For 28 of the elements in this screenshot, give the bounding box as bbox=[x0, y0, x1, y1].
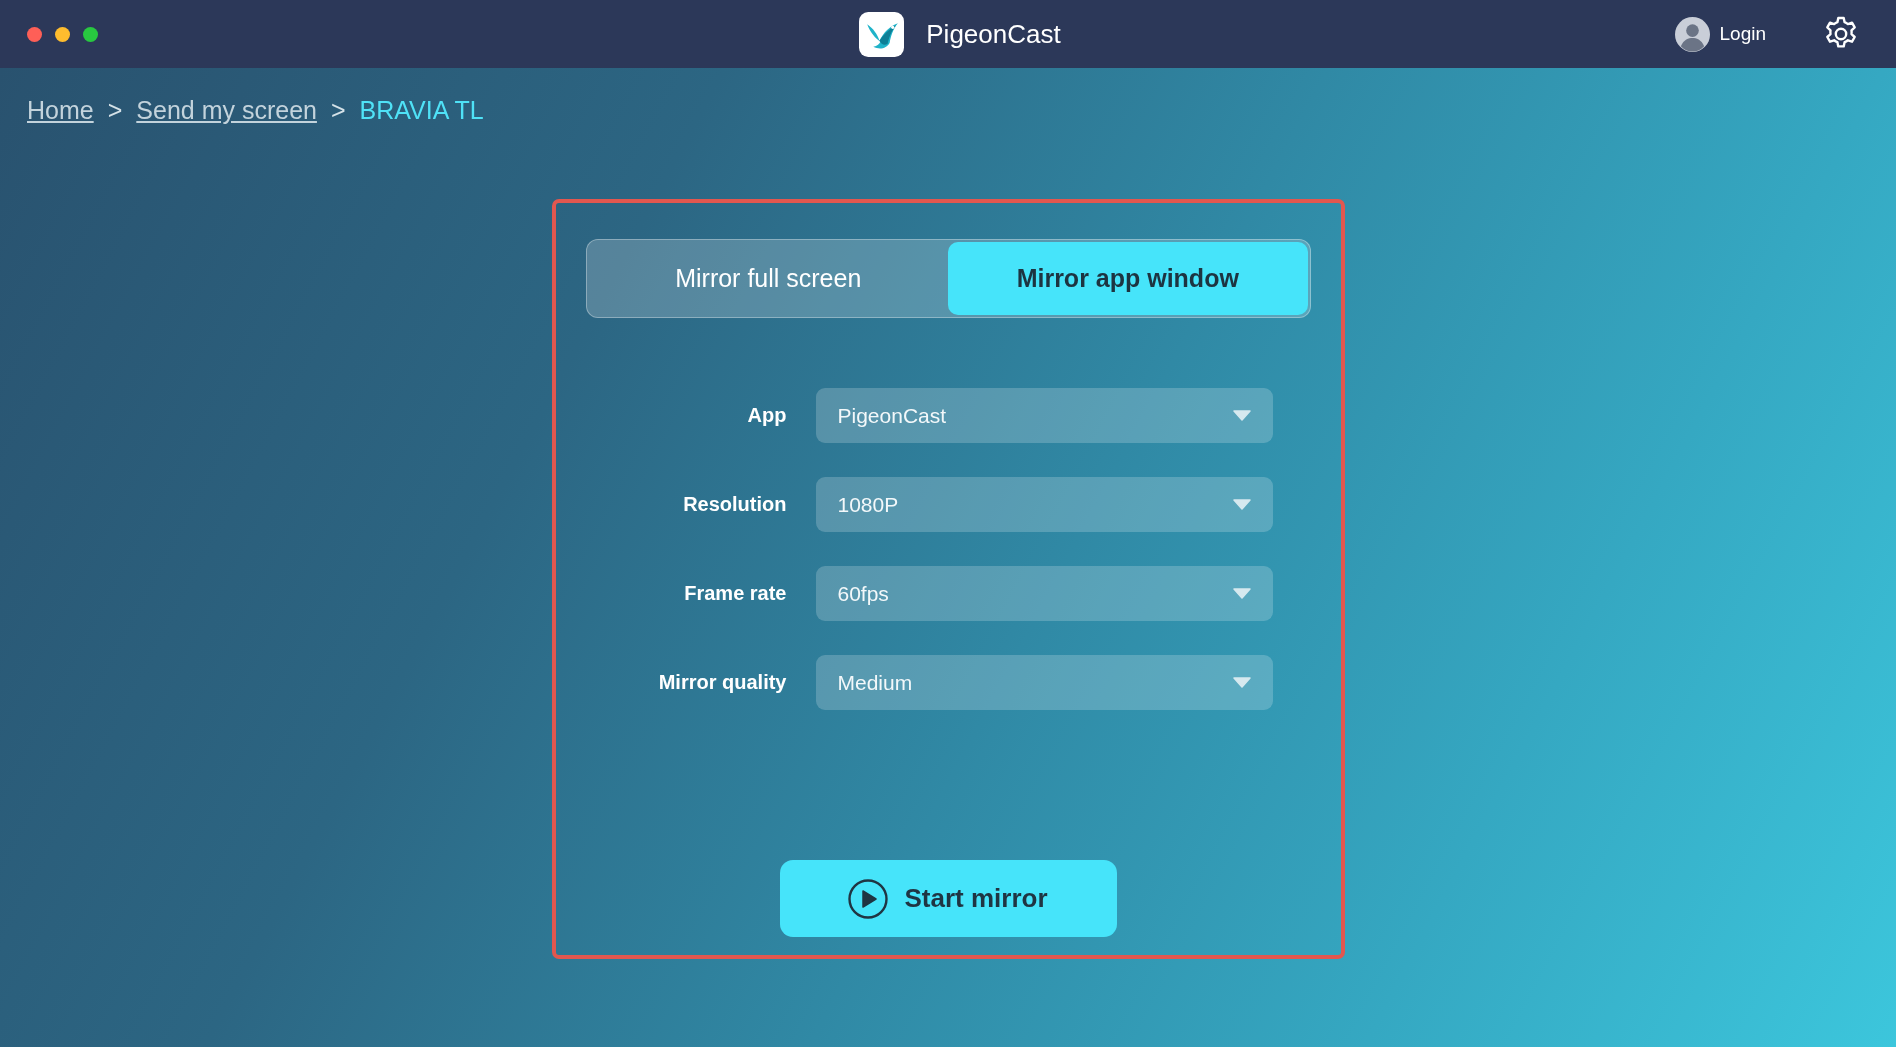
window-close-icon[interactable] bbox=[27, 26, 42, 42]
field-label: Frame rate bbox=[684, 582, 787, 605]
field-label: Mirror quality bbox=[658, 671, 787, 694]
caret-icon bbox=[1232, 499, 1251, 510]
dropdown-field[interactable]: PigeonCast bbox=[815, 388, 1273, 443]
breadcrumb-link[interactable]: Send my screen bbox=[136, 94, 317, 126]
tab[interactable]: Mirror app window bbox=[948, 242, 1308, 315]
caret-icon bbox=[1232, 677, 1251, 688]
window-minimize-icon[interactable] bbox=[55, 26, 70, 42]
avatar-icon bbox=[1674, 16, 1710, 52]
tab[interactable]: Mirror full screen bbox=[588, 242, 948, 315]
dropdown-field[interactable]: 1080P bbox=[815, 477, 1273, 532]
field-label: App bbox=[747, 404, 787, 427]
start-mirror-button[interactable]: Start mirror bbox=[779, 860, 1117, 937]
window-maximize-icon[interactable] bbox=[83, 26, 98, 42]
dropdown-field[interactable]: 60fps bbox=[815, 566, 1273, 621]
play-icon bbox=[848, 878, 889, 919]
login-button[interactable]: Login bbox=[1674, 16, 1766, 52]
app-logo-icon bbox=[859, 11, 905, 57]
caret-icon bbox=[1232, 588, 1251, 599]
breadcrumb-current: BRAVIA TL bbox=[359, 95, 484, 126]
breadcrumb-separator: > bbox=[107, 95, 123, 126]
caret-icon bbox=[1232, 410, 1251, 421]
field-label: Resolution bbox=[683, 493, 787, 516]
window-title: PigeonCast bbox=[926, 18, 1061, 50]
dropdown-field[interactable]: Medium bbox=[815, 655, 1273, 710]
breadcrumb-link[interactable]: Home bbox=[27, 94, 94, 126]
breadcrumb-separator: > bbox=[330, 95, 346, 126]
